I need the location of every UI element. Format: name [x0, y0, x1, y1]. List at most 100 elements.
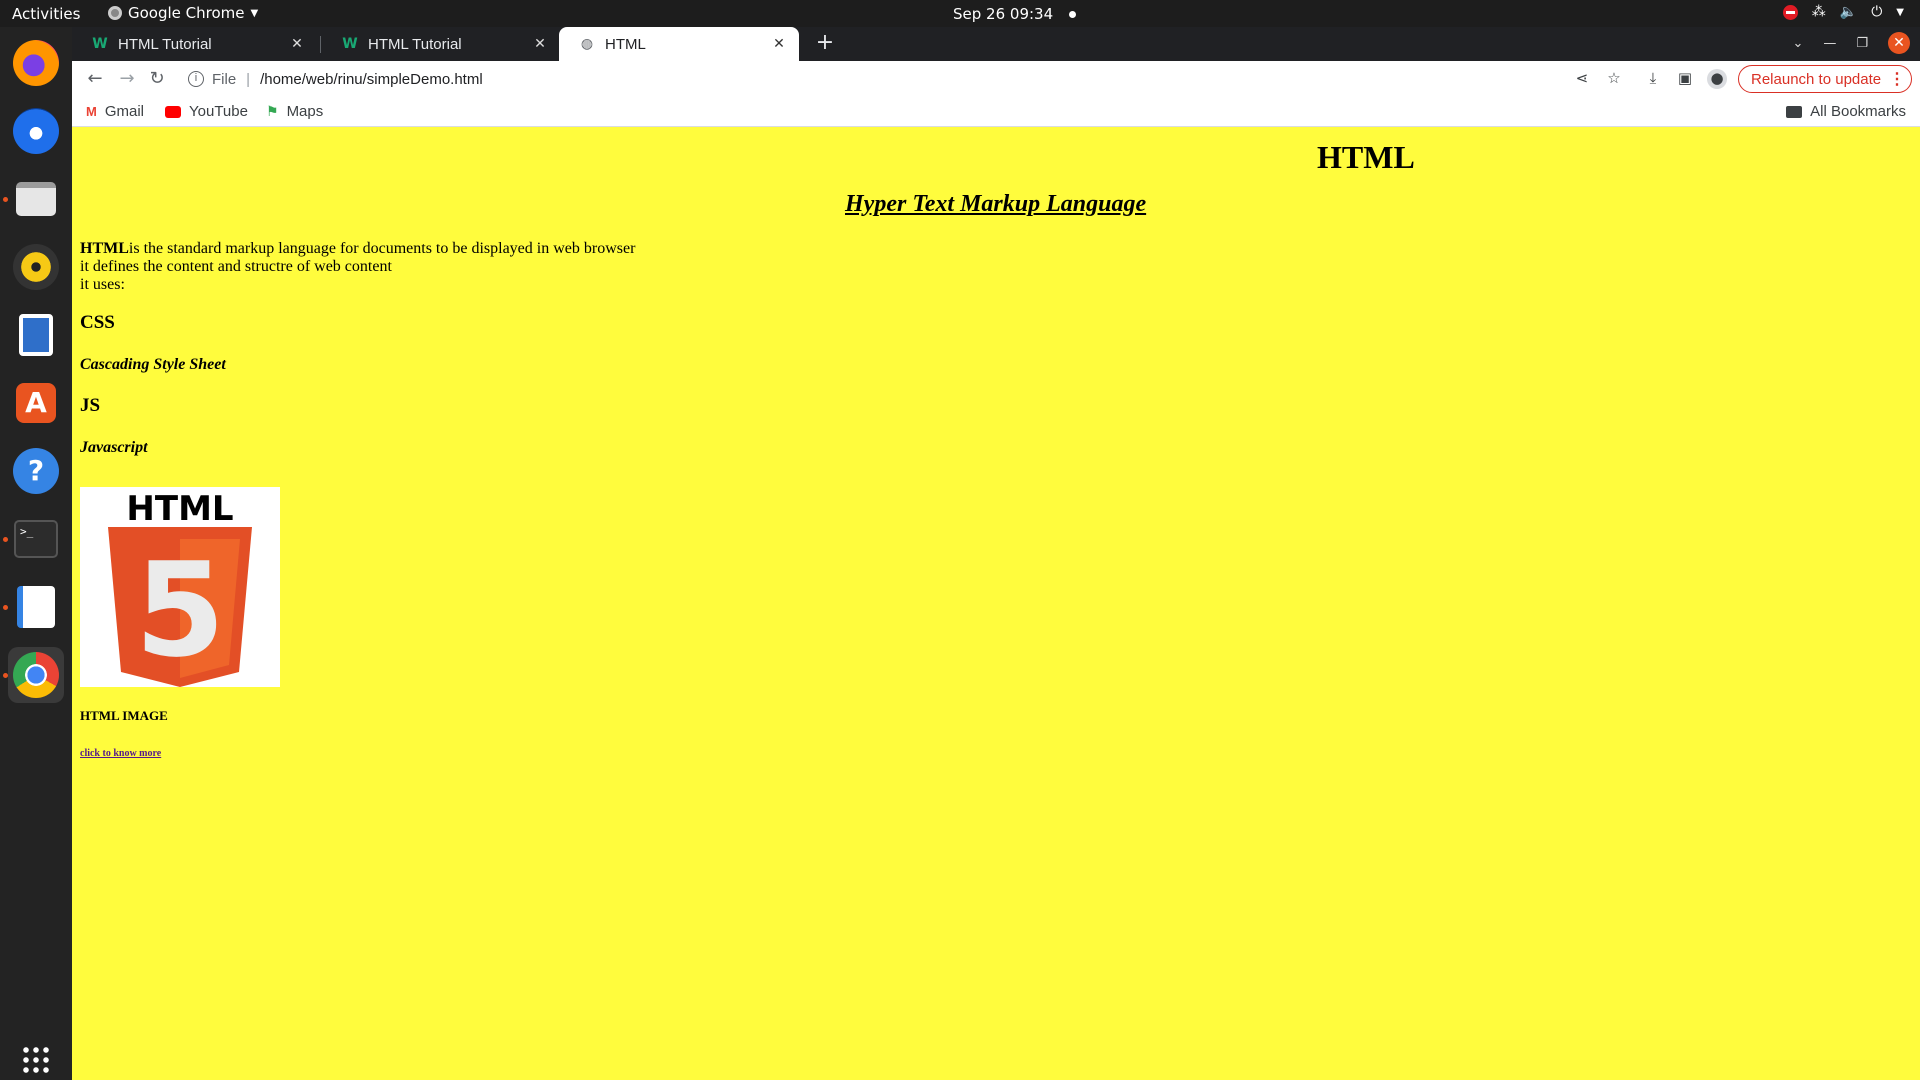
more-icon: ⋮	[1889, 71, 1905, 88]
reload-icon[interactable]: ↻	[144, 66, 170, 92]
bookmarks-bar: M Gmail YouTube ⚑ Maps All Bookmarks	[72, 97, 1920, 127]
image-caption: HTML IMAGE	[80, 708, 168, 723]
chrome-icon	[108, 6, 122, 20]
html5-logo-image: HTML 5	[80, 487, 280, 687]
chevron-down-icon: ▼	[250, 7, 259, 19]
dock-files[interactable]	[8, 171, 64, 227]
intro-paragraph: HTMLis the standard markup language for …	[80, 240, 635, 294]
tab-search-icon[interactable]: ⌄	[1792, 36, 1803, 51]
youtube-icon	[165, 105, 181, 118]
info-icon[interactable]: i	[188, 71, 204, 87]
tab-html[interactable]: ◍ HTML ✕	[559, 27, 799, 61]
firefox-icon	[13, 40, 59, 86]
close-window-icon[interactable]: ✕	[1888, 32, 1910, 54]
terminal-icon: >_	[14, 520, 58, 558]
do-not-disturb-icon	[1782, 4, 1798, 20]
system-top-bar: Activities Google Chrome ▼ Sep 26 09:34 …	[0, 0, 1920, 27]
notification-dot-icon	[1069, 10, 1077, 18]
all-bookmarks-label: All Bookmarks	[1810, 103, 1906, 120]
intro-bold: HTML	[80, 240, 129, 257]
intro-line-2: it defines the content and structre of w…	[80, 258, 392, 275]
activities-button[interactable]: Activities	[12, 5, 80, 23]
url-divider: |	[246, 70, 251, 88]
minimize-icon[interactable]: —	[1823, 36, 1836, 51]
tab-title: HTML Tutorial	[368, 35, 462, 53]
bookmark-label: Gmail	[104, 103, 145, 120]
download-icon[interactable]: ⤓	[1643, 69, 1663, 89]
side-panel-icon[interactable]: ▣	[1675, 69, 1695, 89]
power-icon: ⏻	[1871, 4, 1883, 20]
clock-label: Sep 26 09:34	[953, 5, 1054, 23]
window-controls: ⌄ — ❐ ✕	[1792, 32, 1910, 54]
bookmark-gmail[interactable]: M Gmail	[86, 103, 144, 120]
tab-divider	[320, 36, 321, 53]
forward-icon[interactable]: →	[114, 66, 140, 92]
profile-icon[interactable]: ●	[1707, 69, 1727, 89]
text-editor-icon	[17, 586, 55, 628]
running-indicator	[3, 605, 8, 610]
document-icon	[19, 314, 53, 356]
folder-icon	[1786, 105, 1803, 118]
app-menu[interactable]: Google Chrome ▼	[108, 4, 258, 22]
address-bar[interactable]: i File | /home/web/rinu/simpleDemo.html	[178, 64, 1688, 94]
dock-thunderbird[interactable]	[8, 103, 64, 159]
all-bookmarks-button[interactable]: All Bookmarks	[1786, 103, 1906, 120]
chevron-down-icon: ▼	[1896, 6, 1904, 18]
tab-strip: W HTML Tutorial ✕ W HTML Tutorial ✕ ◍ HT…	[72, 27, 1920, 61]
dock-terminal[interactable]: >_	[8, 511, 64, 567]
star-icon[interactable]: ☆	[1604, 69, 1624, 89]
rhythmbox-icon	[13, 244, 59, 290]
network-icon: ⁂	[1811, 4, 1826, 20]
bookmark-youtube[interactable]: YouTube	[165, 103, 248, 120]
page-subtitle: Hyper Text Markup Language	[845, 191, 1147, 217]
relaunch-button[interactable]: Relaunch to update ⋮	[1738, 65, 1912, 93]
page-content: HTML Hyper Text Markup Language HTMLis t…	[72, 127, 1920, 1080]
dock-help[interactable]: ?	[8, 443, 64, 499]
tab-title: HTML	[605, 35, 646, 53]
dock-chrome[interactable]	[8, 647, 64, 703]
globe-icon: ◍	[580, 36, 594, 52]
running-indicator	[3, 537, 8, 542]
tab-title: HTML Tutorial	[118, 35, 212, 53]
browser-toolbar: ← → ↻ i File | /home/web/rinu/simpleDemo…	[72, 61, 1920, 97]
running-indicator	[3, 673, 8, 678]
gmail-icon: M	[86, 104, 97, 119]
volume-icon: 🔈	[1839, 4, 1858, 20]
w3schools-icon: W	[92, 36, 108, 52]
intro-line-3: it uses:	[80, 276, 125, 293]
dock-text-editor[interactable]	[8, 579, 64, 635]
url-text: /home/web/rinu/simpleDemo.html	[260, 70, 483, 88]
maps-icon: ⚑	[266, 103, 279, 119]
browser-window: W HTML Tutorial ✕ W HTML Tutorial ✕ ◍ HT…	[72, 27, 1920, 1080]
thunderbird-icon	[13, 108, 59, 154]
show-apps-button[interactable]	[8, 1040, 64, 1080]
clock[interactable]: Sep 26 09:34	[953, 5, 1077, 23]
logo-text: HTML	[126, 489, 233, 529]
dock-writer[interactable]	[8, 307, 64, 363]
tab-html-tutorial-2[interactable]: W HTML Tutorial ✕	[322, 27, 560, 61]
close-icon[interactable]: ✕	[769, 36, 789, 52]
chrome-icon	[13, 652, 59, 698]
close-icon[interactable]: ✕	[287, 36, 307, 52]
share-icon[interactable]: ⋖	[1572, 69, 1592, 89]
css-description: Cascading Style Sheet	[80, 356, 226, 373]
back-icon[interactable]: ←	[82, 66, 108, 92]
w3schools-icon: W	[342, 36, 358, 52]
app-menu-label: Google Chrome	[128, 4, 245, 22]
dock-firefox[interactable]	[8, 35, 64, 91]
know-more-link[interactable]: click to know more	[80, 748, 161, 759]
tab-html-tutorial-1[interactable]: W HTML Tutorial ✕	[72, 27, 317, 61]
maximize-icon[interactable]: ❐	[1856, 36, 1868, 51]
url-scheme: File	[212, 70, 237, 88]
dock-rhythmbox[interactable]	[8, 239, 64, 295]
bookmark-maps[interactable]: ⚑ Maps	[266, 103, 323, 120]
html5-shield-icon: HTML 5	[108, 489, 252, 687]
new-tab-button[interactable]: +	[812, 31, 838, 57]
system-tray[interactable]: ⁂ 🔈 ⏻ ▼	[1782, 4, 1904, 20]
bookmark-label: YouTube	[189, 103, 248, 120]
close-icon[interactable]: ✕	[530, 36, 550, 52]
logo-digit: 5	[135, 534, 225, 686]
intro-text: is the standard markup language for docu…	[128, 240, 636, 257]
dock-software[interactable]: A	[8, 375, 64, 431]
software-store-icon: A	[16, 383, 56, 423]
